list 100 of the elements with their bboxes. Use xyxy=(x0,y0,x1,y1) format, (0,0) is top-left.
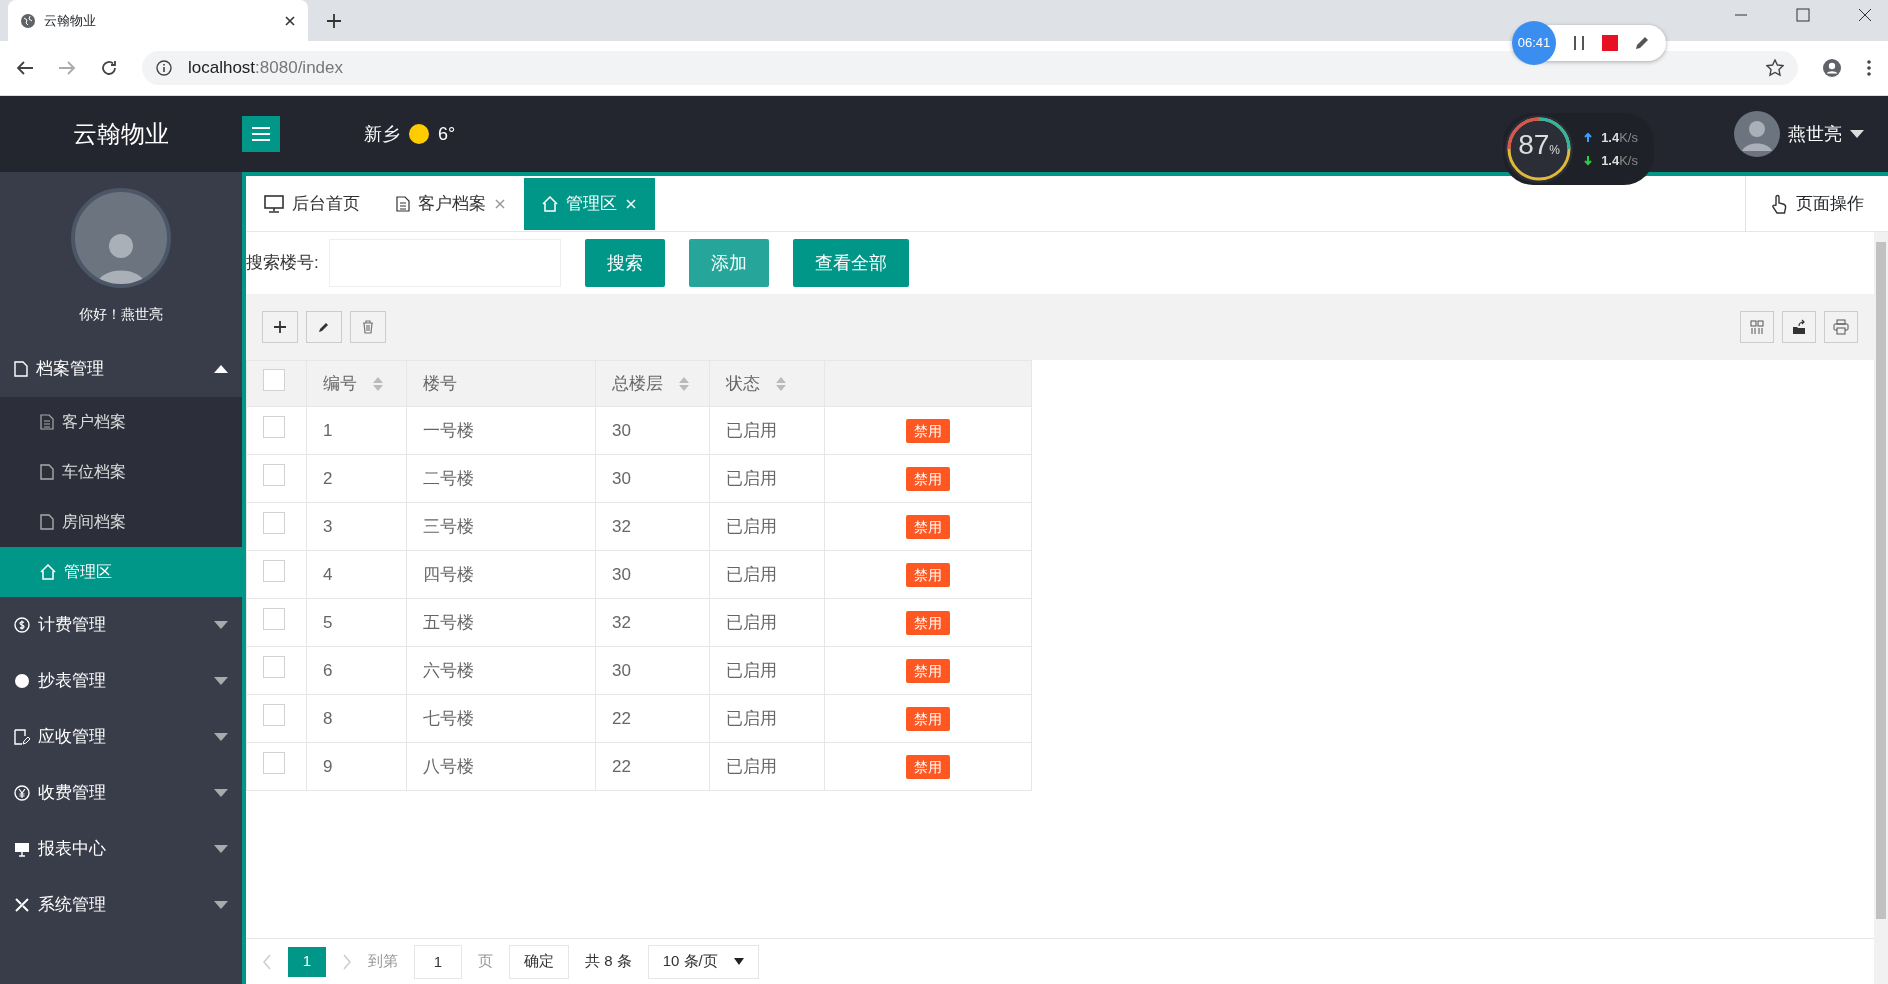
table-cell: 三号楼 xyxy=(423,516,474,536)
row-checkbox[interactable] xyxy=(263,703,285,726)
row-checkbox[interactable] xyxy=(263,559,285,582)
sidebar-submenu-item[interactable]: 车位档案 xyxy=(0,447,242,497)
table-cell: 32 xyxy=(612,612,631,632)
transfer-rate: 1.4K/s xyxy=(1601,152,1638,170)
transfer-rate: 1.4K/s xyxy=(1601,128,1638,147)
table-cell: 六号楼 xyxy=(423,660,474,680)
scrollbar[interactable] xyxy=(1874,232,1888,984)
weather-city: 新乡 xyxy=(364,122,400,146)
table-cell: 五号楼 xyxy=(423,612,474,632)
table-cell: 已启用 xyxy=(726,516,777,536)
confirm-button[interactable]: 确定 xyxy=(509,944,569,979)
close-icon[interactable] xyxy=(1858,8,1872,22)
row-checkbox[interactable] xyxy=(263,655,285,678)
row-checkbox[interactable] xyxy=(263,751,285,774)
home-icon xyxy=(542,195,558,212)
sidebar-submenu-item[interactable]: 管理区 xyxy=(0,547,242,597)
previous-page-icon[interactable] xyxy=(262,953,272,970)
page-tab[interactable]: 客户档案 xyxy=(378,177,524,230)
close-icon[interactable] xyxy=(284,14,296,27)
dollar-icon xyxy=(14,617,30,633)
table-cell: 二号楼 xyxy=(423,468,474,488)
arrow-up-icon xyxy=(1583,132,1594,143)
account-icon[interactable] xyxy=(1822,58,1842,78)
table-cell: 已启用 xyxy=(726,564,777,584)
toolbar-button[interactable]: 搜索 xyxy=(584,239,665,287)
reload-icon[interactable] xyxy=(100,59,118,77)
monitor-icon xyxy=(264,194,284,213)
table-cell: 七号楼 xyxy=(423,708,474,728)
sidebar-menu-item[interactable]: 收费管理 xyxy=(0,765,242,821)
table-cell: 四号楼 xyxy=(423,564,474,584)
column-header: 楼号 xyxy=(423,372,457,395)
document-icon xyxy=(40,414,54,430)
page-input[interactable]: 1 xyxy=(414,944,462,979)
sort-icon[interactable] xyxy=(679,376,689,391)
table-cell: 32 xyxy=(612,516,631,536)
row-checkbox[interactable] xyxy=(263,463,285,486)
delete-button[interactable] xyxy=(350,311,386,343)
sidebar-submenu-item[interactable]: 客户档案 xyxy=(0,397,242,447)
row-checkbox[interactable] xyxy=(263,511,285,534)
menu-icon xyxy=(251,126,271,142)
circle-icon xyxy=(14,673,30,689)
toolbar-button[interactable]: 查看全部 xyxy=(792,239,909,287)
table-cell: 已启用 xyxy=(726,756,777,776)
forward-icon[interactable] xyxy=(58,60,76,76)
add-icon xyxy=(272,319,288,335)
page-unit-label: 页 xyxy=(478,951,493,972)
new-tab-icon[interactable] xyxy=(326,13,342,29)
user-menu[interactable]: 燕世亮 xyxy=(1734,111,1888,157)
table-cell: 30 xyxy=(612,660,631,680)
document-icon xyxy=(396,195,410,212)
sun-icon xyxy=(408,123,430,145)
sidebar-menu-item[interactable]: 计费管理 xyxy=(0,597,242,653)
sidebar-menu-item[interactable]: 报表中心 xyxy=(0,821,242,877)
sidebar-menu-item[interactable]: 系统管理 xyxy=(0,877,242,933)
file-icon xyxy=(40,514,54,530)
table-cell: 已启用 xyxy=(726,420,777,440)
table-cell: 已启用 xyxy=(726,660,777,680)
page-operations-menu[interactable]: 页面操作 xyxy=(1745,176,1888,231)
app-logo: 云翰物业 xyxy=(72,119,170,149)
sidebar-menu-item[interactable]: 抄表管理 xyxy=(0,653,242,709)
maximize-icon[interactable] xyxy=(1796,8,1810,22)
row-checkbox[interactable] xyxy=(263,415,285,438)
page-tab[interactable]: 管理区 xyxy=(524,177,655,230)
sidebar-menu-item[interactable]: 档案管理 xyxy=(0,341,242,397)
table-cell: 一号楼 xyxy=(423,420,474,440)
table-cell: 9 xyxy=(323,756,333,776)
sort-icon[interactable] xyxy=(776,376,786,391)
address-field[interactable]: localhost:8080/index xyxy=(142,51,1798,85)
star-icon[interactable] xyxy=(1766,59,1784,77)
select-all-checkbox[interactable] xyxy=(263,368,285,391)
table-cell: 22 xyxy=(612,756,631,776)
home-icon xyxy=(40,564,56,580)
more-icon[interactable] xyxy=(1866,59,1872,77)
next-page-icon[interactable] xyxy=(342,953,352,970)
edit-button[interactable] xyxy=(306,311,342,343)
columns-button[interactable] xyxy=(1740,311,1774,343)
table-cell: 3 xyxy=(323,516,333,536)
print-button[interactable] xyxy=(1824,311,1858,343)
page-tab[interactable]: 后台首页 xyxy=(246,177,378,230)
sort-icon[interactable] xyxy=(373,376,383,391)
board-icon xyxy=(14,841,30,857)
table-cell: 30 xyxy=(612,564,631,584)
back-icon[interactable] xyxy=(16,60,34,76)
row-checkbox[interactable] xyxy=(263,607,285,630)
sidebar-submenu-item[interactable]: 房间档案 xyxy=(0,497,242,547)
menu-button[interactable] xyxy=(242,116,280,152)
page-number[interactable]: 1 xyxy=(288,946,326,977)
export-button[interactable] xyxy=(1782,311,1816,343)
table-cell: 8 xyxy=(323,708,333,728)
browser-tab[interactable]: 云翰物业 xyxy=(8,0,308,41)
weather-temperature: 6° xyxy=(438,122,456,146)
pause-icon[interactable] xyxy=(1572,35,1586,51)
page-size-select[interactable]: 10 条/页 xyxy=(647,944,759,979)
column-header: 总楼层 xyxy=(612,372,663,395)
greeting-text: 你好！燕世亮 xyxy=(78,305,164,324)
add-button[interactable] xyxy=(262,311,298,343)
sidebar-menu-item[interactable]: 应收管理 xyxy=(0,709,242,765)
column-header: 编号 xyxy=(323,372,357,395)
